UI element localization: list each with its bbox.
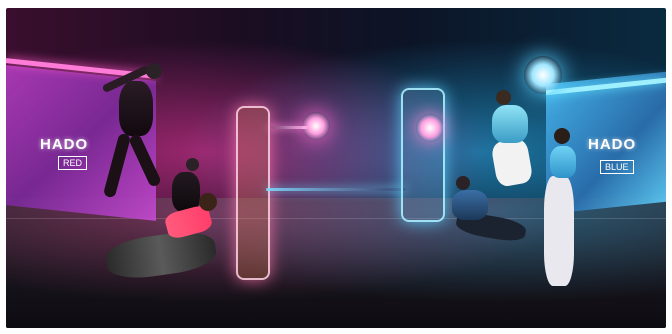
ar-headset-icon	[199, 193, 217, 211]
red-wall-logo: HADO	[40, 136, 89, 153]
kicking-player-blue	[536, 128, 616, 298]
ar-headset-icon	[146, 63, 162, 79]
ar-headset-icon	[186, 158, 199, 171]
photo-frame: HADO RED HADO BLUE	[0, 0, 672, 334]
blue-energy-shield	[401, 88, 445, 222]
red-energy-shield	[236, 106, 270, 280]
jumping-player-red	[101, 63, 163, 203]
hado-game-scene: HADO RED HADO BLUE	[6, 8, 666, 328]
ar-headset-icon	[456, 176, 470, 190]
blue-energy-beam	[266, 188, 406, 191]
red-team-label: RED	[58, 156, 88, 170]
pink-energy-ball	[302, 112, 330, 140]
ar-headset-icon	[554, 128, 570, 144]
blue-energy-ball	[524, 56, 562, 94]
ar-headset-icon	[496, 90, 511, 105]
pink-energy-ball-right	[416, 114, 444, 142]
crouching-player-red	[101, 193, 231, 293]
